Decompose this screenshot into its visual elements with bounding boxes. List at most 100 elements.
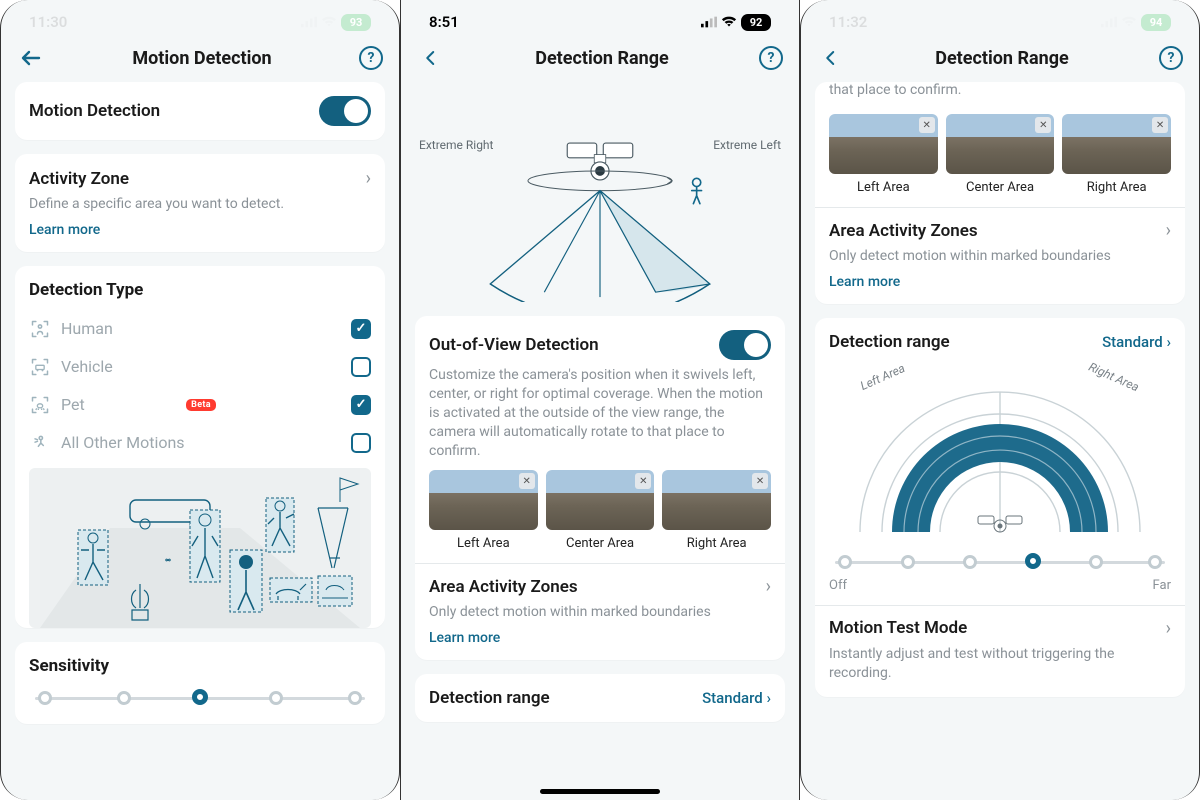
wifi-icon (321, 16, 337, 28)
thumb-right[interactable]: Right Area (1062, 114, 1171, 195)
content-scroll: Extreme Right Extreme Left (401, 82, 799, 800)
header: Detection Range ? (401, 44, 799, 82)
detection-radar: Left Area Right Area (829, 352, 1171, 542)
sensitivity-title: Sensitivity (29, 656, 371, 676)
checkbox-vehicle[interactable] (351, 357, 371, 377)
detection-type-other[interactable]: All Other Motions (29, 424, 371, 462)
help-button[interactable]: ? (759, 46, 783, 70)
area-zones-label: Area Activity Zones (829, 221, 978, 241)
detection-type-card: Detection Type Human Vehicle Pet Beta (15, 266, 385, 628)
status-bar: 11:30 93 (1, 0, 399, 44)
status-time: 8:51 (429, 13, 459, 31)
checkbox-pet[interactable] (351, 395, 371, 415)
activity-zone-learn-more[interactable]: Learn more (29, 222, 100, 238)
content-scroll: that place to confirm. Left Area Center … (801, 82, 1199, 800)
wifi-icon (721, 16, 737, 28)
sensitivity-slider[interactable] (35, 686, 365, 710)
out-of-view-card: Out-of-View Detection Customize the came… (415, 316, 785, 660)
detection-range-value: Standard › (1102, 333, 1171, 351)
wifi-icon (1121, 16, 1137, 28)
dt-label: Vehicle (61, 357, 341, 376)
thumb-left-image (829, 114, 938, 174)
chevron-right-icon: › (366, 168, 371, 189)
thumb-left[interactable]: Left Area (429, 470, 538, 551)
thumb-center-image (546, 470, 655, 530)
thumb-center-image (946, 114, 1055, 174)
oov-label: Out-of-View Detection (429, 335, 599, 355)
activity-zone-card[interactable]: Activity Zone › Define a specific area y… (15, 154, 385, 252)
motion-detection-toggle[interactable] (319, 96, 371, 126)
area-zones-desc: Only detect motion within marked boundar… (829, 247, 1171, 266)
range-slider[interactable] (835, 550, 1165, 574)
chevron-right-icon: › (1166, 220, 1171, 241)
thumb-right-image (1062, 114, 1171, 174)
checkbox-other[interactable] (351, 433, 371, 453)
detection-range-label: Detection range (429, 688, 550, 708)
help-button[interactable]: ? (359, 46, 383, 70)
motion-test-label: Motion Test Mode (829, 618, 967, 638)
truncated-desc: that place to confirm. (829, 82, 1171, 104)
motion-test-row[interactable]: Motion Test Mode › (829, 618, 1171, 639)
page-title: Detection Range (535, 48, 668, 69)
thumb-right-label: Right Area (687, 536, 747, 551)
dt-label: Human (61, 319, 341, 338)
thumb-center-label: Center Area (966, 180, 1034, 195)
thumb-right-label: Right Area (1087, 180, 1147, 195)
screen-motion-detection: 11:30 93 Motion Detection ? Motion Detec… (0, 0, 400, 800)
detection-type-pet[interactable]: Pet Beta (29, 386, 371, 424)
out-of-view-card-scrolled: that place to confirm. Left Area Center … (815, 82, 1185, 304)
chevron-right-icon: › (766, 576, 771, 597)
checkbox-human[interactable] (351, 319, 371, 339)
detection-illustration (29, 468, 371, 628)
area-zones-label: Area Activity Zones (429, 577, 578, 597)
area-zones-desc: Only detect motion within marked boundar… (429, 603, 771, 622)
back-button[interactable] (417, 44, 445, 72)
back-button[interactable] (17, 44, 45, 72)
back-arrow-icon (19, 46, 43, 70)
detection-type-title: Detection Type (29, 280, 371, 300)
area-activity-zones-row[interactable]: Area Activity Zones › (429, 576, 771, 597)
detection-range-card[interactable]: Detection range Standard › (415, 674, 785, 722)
battery-pill: 94 (1141, 14, 1171, 31)
thumb-right[interactable]: Right Area (662, 470, 771, 551)
battery-pill: 93 (341, 14, 371, 31)
signal-icon (301, 16, 317, 28)
header: Motion Detection ? (1, 44, 399, 82)
screen-detection-range-2: 11:32 94 Detection Range ? that place to… (800, 0, 1200, 800)
motion-detection-label: Motion Detection (29, 101, 160, 121)
battery-pill: 92 (741, 14, 771, 31)
pet-icon (29, 394, 51, 416)
help-button[interactable]: ? (1159, 46, 1183, 70)
screen-detection-range-1: 8:51 92 Detection Range ? Extreme Right … (400, 0, 800, 800)
status-time: 11:30 (29, 13, 67, 31)
activity-zone-desc: Define a specific area you want to detec… (29, 195, 371, 214)
back-button[interactable] (817, 44, 845, 72)
motion-icon (29, 432, 51, 454)
page-title: Detection Range (935, 48, 1068, 69)
motion-test-desc: Instantly adjust and test without trigge… (829, 645, 1171, 683)
area-zones-learn-more[interactable]: Learn more (829, 274, 900, 290)
beta-badge: Beta (186, 399, 216, 411)
motion-detection-card: Motion Detection (15, 82, 385, 140)
detection-type-vehicle[interactable]: Vehicle (29, 348, 371, 386)
area-zones-learn-more[interactable]: Learn more (429, 630, 500, 646)
range-slider-far-label: Far (1153, 578, 1171, 593)
thumb-center[interactable]: Center Area (546, 470, 655, 551)
oov-toggle[interactable] (719, 330, 771, 360)
thumb-left[interactable]: Left Area (829, 114, 938, 195)
home-indicator (540, 789, 660, 794)
content-scroll: Motion Detection Activity Zone › Define … (1, 82, 399, 800)
status-bar: 11:32 94 (801, 0, 1199, 44)
oov-desc: Customize the camera's position when it … (429, 366, 771, 460)
human-icon (29, 318, 51, 340)
thumb-left-label: Left Area (857, 180, 910, 195)
vehicle-icon (29, 356, 51, 378)
thumb-center-label: Center Area (566, 536, 634, 551)
sensitivity-card: Sensitivity (15, 642, 385, 724)
status-icons: 92 (701, 14, 771, 31)
area-activity-zones-row[interactable]: Area Activity Zones › (829, 220, 1171, 241)
thumb-center[interactable]: Center Area (946, 114, 1055, 195)
detection-type-human[interactable]: Human (29, 310, 371, 348)
detection-range-row[interactable]: Detection range Standard › (829, 332, 1171, 352)
activity-zone-label: Activity Zone (29, 169, 129, 189)
